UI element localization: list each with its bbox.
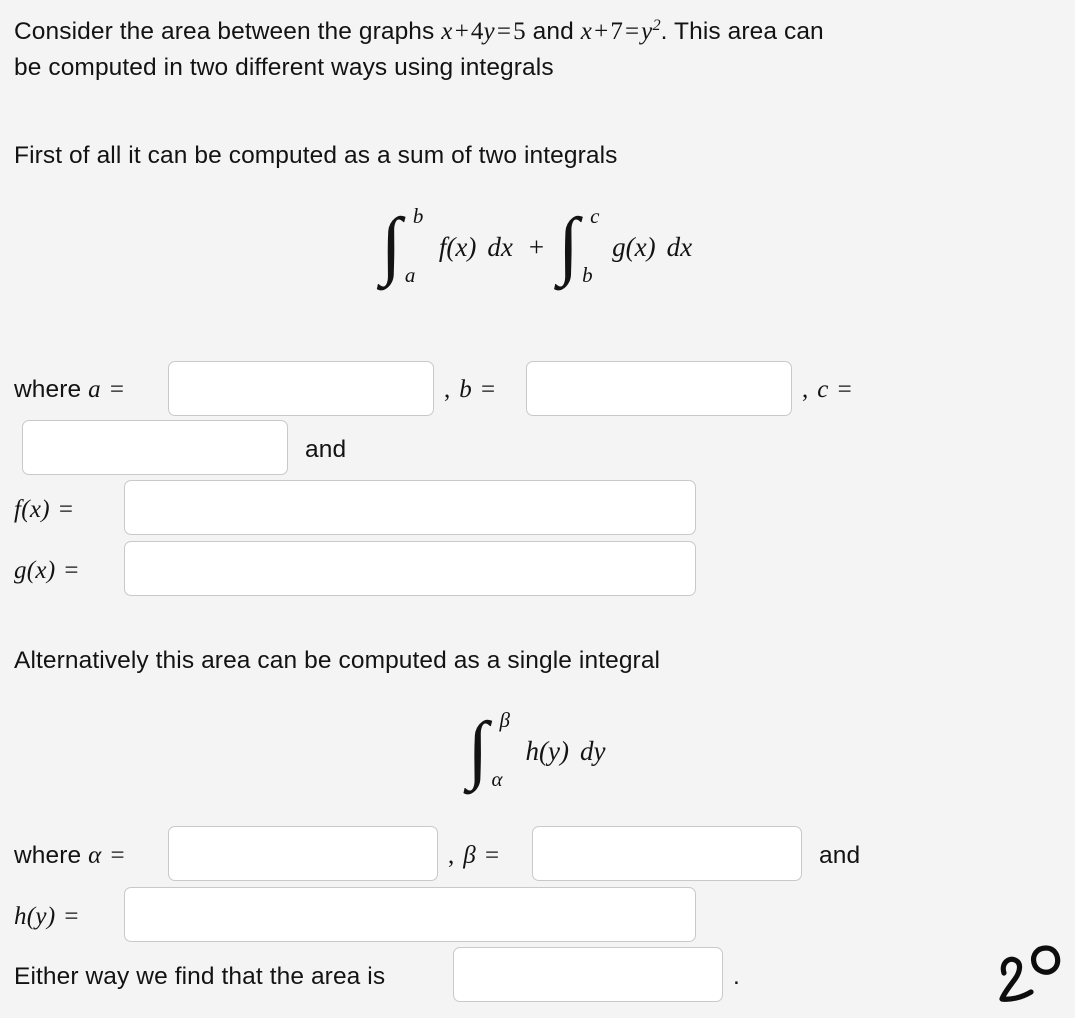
equals-sign-gx: = (64, 557, 79, 584)
eq1-coefficient: 4 (470, 18, 484, 45)
input-area[interactable] (453, 947, 723, 1002)
where-word: where (14, 842, 82, 869)
integral-1-differential: dx (487, 231, 513, 262)
integral-2: ∫ c b (556, 202, 608, 288)
where-alpha-label: where α = (14, 838, 127, 874)
sum-of-two-integrals-expression: ∫ b a f(x) dx + ∫ c b g(x) dx (0, 202, 1075, 288)
b-label: , b = (442, 372, 497, 408)
variable-alpha: α (88, 842, 102, 869)
equals-sign-b: = (481, 376, 496, 403)
integral-sum-operator: + (528, 231, 545, 262)
sentence-period: . (733, 963, 740, 990)
comma-b: , (444, 376, 451, 403)
input-hy[interactable] (124, 887, 696, 942)
c-label: , c = (800, 372, 854, 408)
integral-1-upper-limit: b (412, 204, 424, 228)
comma-c: , (802, 376, 809, 403)
integral-3: ∫ β α (466, 706, 522, 792)
problem-statement: Consider the area between the graphs x+4… (14, 14, 1062, 86)
eq2-y: y (641, 18, 653, 45)
integral-sum: ∫ b a f(x) dx + ∫ c b g(x) dx (379, 202, 696, 288)
equals-sign-hy: = (64, 903, 79, 930)
eq2-exponent: 2 (652, 16, 661, 34)
input-beta[interactable] (532, 826, 802, 881)
eq1-equals: = (496, 18, 512, 45)
integral-3-lower-limit: α (491, 767, 503, 791)
where-word: where (14, 376, 82, 403)
eq1-rhs: 5 (513, 18, 526, 45)
statement-text-lead: Consider the area between the graphs (14, 18, 442, 45)
integral-2-lower-limit: b (582, 263, 593, 287)
beta-label: , β = (446, 838, 501, 874)
hy-symbol: h(y) (14, 903, 56, 930)
statement-line-1: Consider the area between the graphs x+4… (14, 14, 1062, 50)
statement-text-and: and (525, 18, 581, 45)
integral-1-lower-limit: a (404, 263, 416, 287)
gx-label: g(x) = (14, 553, 81, 589)
worksheet-page: Consider the area between the graphs x+4… (0, 0, 1075, 1018)
eq1-y: y (483, 18, 495, 45)
final-answer-label: Either way we find that the area is (14, 963, 386, 990)
equals-sign-fx: = (58, 496, 74, 523)
statement-line-2: be computed in two different ways using … (14, 54, 554, 81)
fx-label: f(x) = (14, 492, 75, 528)
single-integral-expression: ∫ β α h(y) dy (0, 706, 1075, 792)
integral-2-differential: dx (666, 231, 693, 262)
hy-label: h(y) = (14, 899, 81, 935)
and-connector-2: and (819, 842, 861, 869)
integral-single: ∫ β α h(y) dy (466, 706, 610, 792)
equals-sign-beta: = (484, 842, 500, 869)
comma-beta: , (448, 842, 455, 869)
paragraph-second-method: Alternatively this area can be computed … (14, 647, 661, 674)
where-a-label: where a = (14, 372, 126, 408)
integral-sign-icon: ∫ (467, 707, 489, 791)
integral-1: ∫ b a (379, 202, 435, 288)
eq2-plus: + (594, 18, 609, 45)
input-b[interactable] (526, 361, 792, 416)
variable-a: a (88, 376, 101, 403)
integral-3-integrand: h(y) (525, 735, 569, 766)
variable-beta: β (463, 842, 477, 869)
integral-1-integrand: f(x) (438, 231, 477, 262)
eq2-equals: = (624, 18, 640, 45)
eq1-plus: + (454, 18, 469, 45)
eq2-seven: 7 (610, 18, 623, 45)
eq1-x: x (441, 18, 453, 45)
integral-sign-icon: ∫ (380, 203, 402, 287)
equals-sign-a: = (109, 376, 125, 403)
variable-c: c (817, 376, 829, 403)
eq2-x: x (580, 18, 593, 45)
variable-b: b (459, 376, 473, 403)
fx-symbol: f(x) (14, 496, 50, 523)
handwritten-20-annotation (999, 945, 1061, 1002)
integral-2-upper-limit: c (590, 204, 600, 228)
input-alpha[interactable] (168, 826, 438, 881)
integral-3-upper-limit: β (499, 708, 510, 732)
paragraph-first-method: First of all it can be computed as a sum… (14, 142, 618, 169)
input-a[interactable] (168, 361, 434, 416)
gx-symbol: g(x) (14, 557, 56, 584)
input-gx[interactable] (124, 541, 696, 596)
equals-sign-alpha: = (110, 842, 125, 869)
statement-text-tail: . This area can (660, 18, 824, 45)
equals-sign-c: = (837, 376, 852, 403)
input-fx[interactable] (124, 480, 696, 535)
integral-3-differential: dy (579, 735, 606, 766)
and-connector-1: and (305, 436, 347, 463)
input-c[interactable] (22, 420, 288, 475)
integral-2-integrand: g(x) (612, 231, 656, 262)
integral-sign-icon: ∫ (558, 203, 579, 287)
